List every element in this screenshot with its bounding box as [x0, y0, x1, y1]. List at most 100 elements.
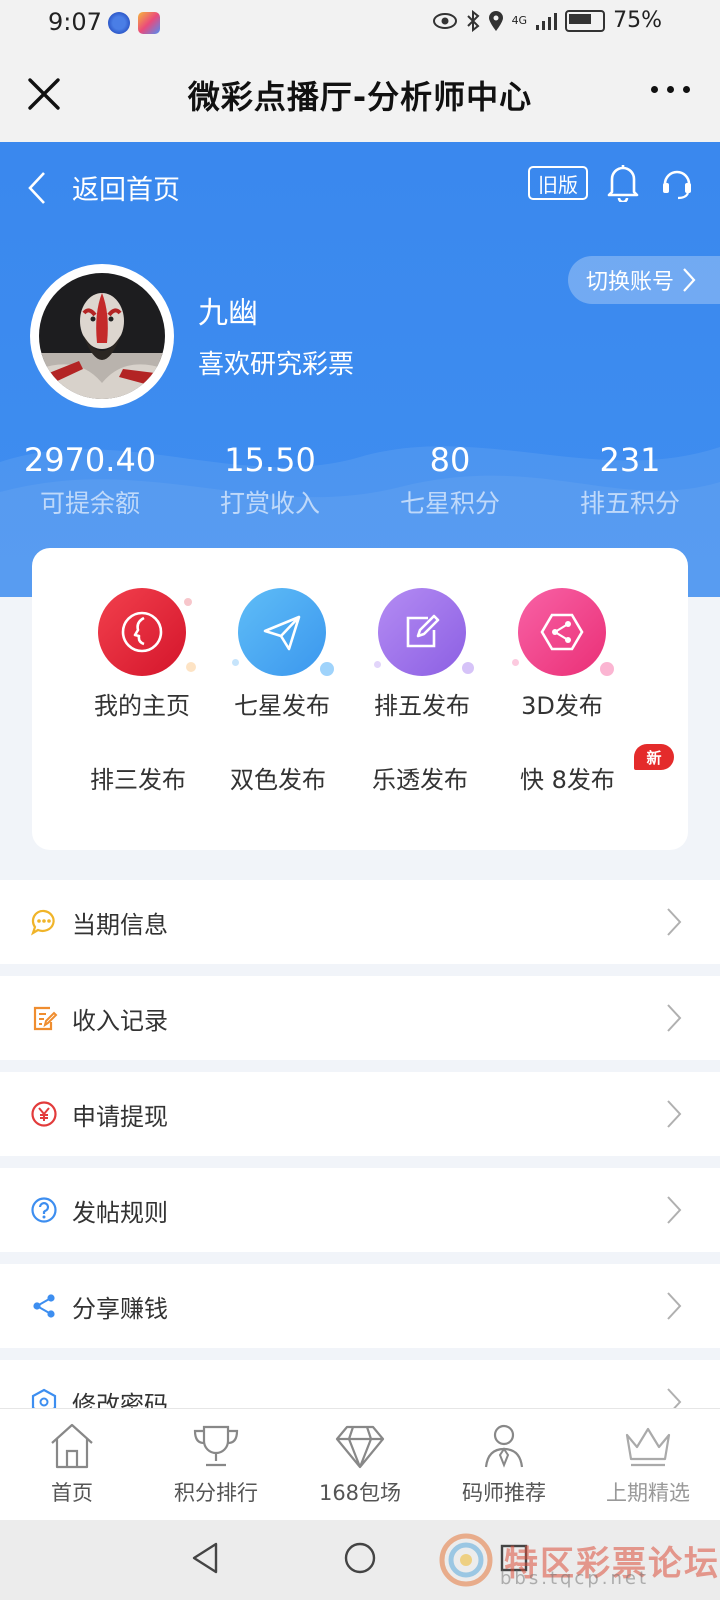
chevron-right-icon — [667, 1292, 682, 1320]
document-edit-icon — [33, 1006, 58, 1031]
bluetooth-icon — [466, 9, 480, 32]
tab-168-package[interactable]: 168包场 — [288, 1409, 432, 1521]
chevron-right-icon — [683, 268, 696, 292]
switch-account-label: 切换账号 — [586, 270, 675, 295]
battery-icon — [565, 9, 606, 32]
yen-icon — [31, 1101, 57, 1127]
tab-label: 积分排行 — [174, 1481, 258, 1505]
diamond-icon — [335, 1425, 385, 1469]
tab-label: 首页 — [51, 1481, 93, 1505]
browser-app-icon — [108, 12, 130, 34]
menu-item-income-records[interactable]: 收入记录 — [0, 976, 720, 1060]
feature-card: 我的主页 七星发布 排五发布 3D发布 排三发布 双色发布 乐透发布 快 8发布… — [32, 548, 688, 850]
switch-account-button[interactable]: 切换账号 — [568, 256, 720, 304]
menu-item-label: 分享赚钱 — [72, 1294, 168, 1323]
kuai8-publish-button[interactable]: 快 8发布 — [520, 760, 615, 795]
old-version-button[interactable]: 旧版 — [528, 166, 588, 200]
user-bio: 喜欢研究彩票 — [198, 350, 355, 380]
menu-item-share-earn[interactable]: 分享赚钱 — [0, 1264, 720, 1348]
stats-row: 2970.40 可提余额 15.50 打赏收入 80 七星积分 231 排五积分 — [0, 440, 720, 520]
stat-value: 2970.40 — [23, 441, 157, 479]
location-icon — [488, 10, 503, 31]
tab-home[interactable]: 首页 — [0, 1409, 144, 1521]
paper-plane-icon — [232, 588, 334, 676]
menu-item-label: 收入记录 — [72, 1006, 168, 1035]
close-icon[interactable] — [22, 72, 66, 116]
stat-value: 231 — [599, 441, 661, 479]
forum-logo-icon — [439, 1533, 493, 1587]
bell-icon[interactable] — [606, 162, 640, 202]
person-tie-icon — [484, 1424, 524, 1468]
share-icon — [33, 1294, 55, 1318]
paiwu-publish-label: 排五发布 — [374, 692, 470, 720]
username: 九幽 — [198, 296, 258, 331]
avatar-image — [39, 273, 165, 399]
eye-icon — [432, 12, 457, 29]
watermark-url: bbs.tqcp.net — [500, 1568, 650, 1589]
status-indicators: 4G 75% — [432, 8, 662, 33]
share-hexagon-icon — [512, 588, 614, 676]
home-icon — [51, 1423, 93, 1469]
more-menu-icon[interactable] — [651, 86, 690, 93]
3d-publish-button[interactable]: 3D发布 — [490, 588, 634, 721]
back-home-label: 返回首页 — [72, 175, 180, 206]
title-bar: 微彩点播厅-分析师中心 — [0, 48, 720, 142]
qixing-publish-button[interactable]: 七星发布 — [210, 588, 354, 721]
menu-item-withdraw[interactable]: 申请提现 — [0, 1072, 720, 1156]
trophy-icon — [193, 1425, 239, 1467]
menu-item-label: 申请提现 — [72, 1102, 168, 1131]
stat-balance[interactable]: 2970.40 可提余额 — [0, 440, 180, 520]
customer-service-icon[interactable] — [660, 164, 694, 200]
tab-last-picks[interactable]: 上期精选 — [576, 1409, 720, 1521]
paiwu-publish-button[interactable]: 排五发布 — [350, 588, 494, 721]
new-badge: 新 — [634, 744, 674, 770]
chevron-left-icon — [28, 171, 45, 204]
3d-publish-label: 3D发布 — [521, 692, 603, 720]
edit-icon — [374, 588, 474, 676]
tab-points-ranking[interactable]: 积分排行 — [144, 1409, 288, 1521]
tab-master-recommend[interactable]: 码师推荐 — [432, 1409, 576, 1521]
stat-tip-income[interactable]: 15.50 打赏收入 — [180, 440, 360, 520]
signal-icon — [536, 12, 558, 30]
menu-item-posting-rules[interactable]: 发帖规则 — [0, 1168, 720, 1252]
back-home-button[interactable]: 返回首页 — [26, 168, 180, 207]
stat-value: 80 — [429, 441, 471, 479]
my-homepage-button[interactable]: 我的主页 — [70, 588, 214, 721]
chevron-right-icon — [667, 1004, 682, 1032]
stat-label: 排五积分 — [579, 489, 680, 518]
qixing-publish-label: 七星发布 — [234, 692, 330, 720]
forum-watermark: 特区彩票论坛 bbs.tqcp.net — [438, 1532, 720, 1589]
tab-label: 168包场 — [318, 1481, 402, 1505]
chevron-right-icon — [667, 1196, 682, 1224]
status-bar: 9:07 4G 75% — [0, 0, 720, 48]
crown-icon — [625, 1427, 671, 1467]
stat-label: 七星积分 — [399, 489, 500, 518]
letou-publish-button[interactable]: 乐透发布 — [372, 760, 468, 795]
stat-label: 打赏收入 — [219, 489, 320, 518]
stat-qixing-points[interactable]: 80 七星积分 — [360, 440, 540, 520]
stat-value: 15.50 — [224, 441, 316, 479]
stat-label: 可提余额 — [39, 489, 140, 518]
battery-percent: 75% — [613, 8, 662, 33]
back-triangle-icon[interactable] — [188, 1540, 222, 1576]
tab-label: 上期精选 — [606, 1481, 690, 1505]
menu-item-current-info[interactable]: 当期信息 — [0, 880, 720, 964]
avatar[interactable] — [30, 264, 174, 408]
home-circle-icon[interactable] — [342, 1540, 378, 1576]
chevron-right-icon — [667, 908, 682, 936]
profile-face-icon — [98, 588, 196, 676]
app-tile-icon — [138, 12, 160, 34]
chevron-right-icon — [667, 1100, 682, 1128]
shuangse-publish-button[interactable]: 双色发布 — [230, 760, 326, 795]
status-time: 9:07 — [48, 8, 102, 36]
profile-header: 返回首页 旧版 切换账号 九幽 喜欢研究彩票 2970.40 可提余额 15.5… — [0, 142, 720, 597]
question-icon — [31, 1197, 57, 1223]
my-homepage-label: 我的主页 — [94, 692, 190, 720]
menu-item-label: 发帖规则 — [72, 1198, 168, 1227]
menu-item-label: 当期信息 — [72, 910, 168, 939]
network-type: 4G — [511, 14, 528, 27]
stat-paiwu-points[interactable]: 231 排五积分 — [540, 440, 720, 520]
tab-label: 码师推荐 — [462, 1481, 546, 1505]
bottom-tab-bar: 首页 积分排行 168包场 码师推荐 上期精选 — [0, 1408, 720, 1521]
paisan-publish-button[interactable]: 排三发布 — [90, 760, 186, 795]
